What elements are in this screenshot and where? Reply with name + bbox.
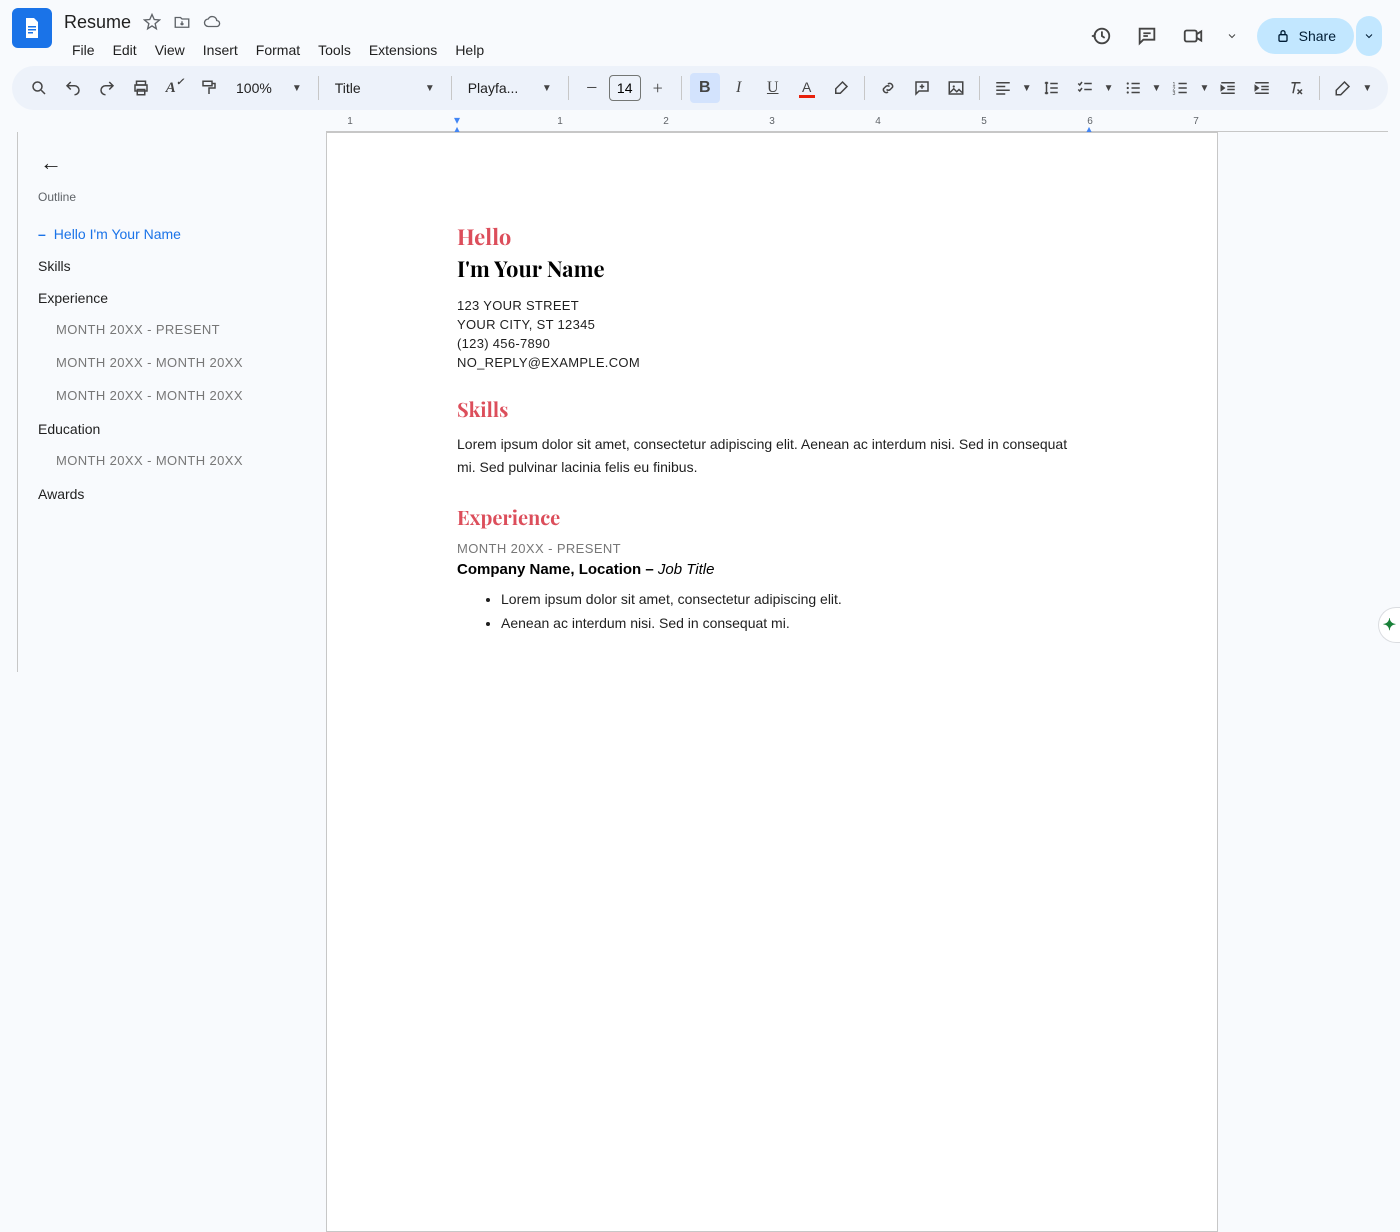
heading-hello[interactable]: Hello — [457, 221, 1087, 251]
vertical-ruler[interactable] — [0, 132, 18, 672]
menu-help[interactable]: Help — [447, 38, 492, 62]
document-page[interactable]: Hello I'm Your Name 123 YOUR STREET YOUR… — [326, 132, 1218, 1232]
experience-bullets[interactable]: Lorem ipsum dolor sit amet, consectetur … — [457, 588, 1087, 636]
clear-formatting-icon[interactable] — [1281, 73, 1311, 103]
numbered-dropdown[interactable]: ▼ — [1199, 83, 1209, 94]
experience-date[interactable]: MONTH 20XX - PRESENT — [457, 541, 1087, 556]
numbered-list-button[interactable]: 123 — [1165, 73, 1195, 103]
menu-insert[interactable]: Insert — [195, 38, 246, 62]
indent-decrease-icon[interactable] — [1213, 73, 1243, 103]
menu-format[interactable]: Format — [248, 38, 308, 62]
menu-extensions[interactable]: Extensions — [361, 38, 445, 62]
share-button[interactable]: Share — [1257, 18, 1354, 54]
heading-skills[interactable]: Skills — [457, 396, 1087, 423]
menu-bar: FileEditViewInsertFormatToolsExtensionsH… — [64, 38, 1087, 62]
font-size-input[interactable] — [609, 75, 641, 101]
checklist-button[interactable] — [1070, 73, 1100, 103]
add-comment-icon[interactable] — [907, 73, 937, 103]
outline-item[interactable]: MONTH 20XX - PRESENT — [34, 314, 310, 345]
outline-label: Outline — [38, 190, 310, 204]
meet-icon[interactable] — [1179, 22, 1207, 50]
outline-item[interactable]: MONTH 20XX - MONTH 20XX — [34, 347, 310, 378]
outline-panel: ← Outline –Hello I'm Your NameSkillsExpe… — [18, 132, 326, 672]
checklist-dropdown[interactable]: ▼ — [1104, 83, 1114, 94]
outline-back-icon[interactable]: ← — [40, 150, 62, 176]
share-dropdown[interactable] — [1356, 16, 1382, 56]
experience-company[interactable]: Company Name, Location – Job Title — [457, 558, 1087, 578]
editing-mode-dropdown[interactable]: ▼ — [1362, 83, 1372, 94]
heading-experience[interactable]: Experience — [457, 504, 1087, 531]
menu-file[interactable]: File — [64, 38, 103, 62]
menu-view[interactable]: View — [147, 38, 193, 62]
zoom-select[interactable]: 100%▼ — [228, 73, 310, 103]
outline-item[interactable]: Education — [34, 413, 310, 445]
comments-icon[interactable] — [1133, 22, 1161, 50]
toolbar: A✓ 100%▼ Title▼ Playfa...▼ − + B I U A ▼… — [12, 66, 1388, 110]
history-icon[interactable] — [1087, 22, 1115, 50]
skills-body[interactable]: Lorem ipsum dolor sit amet, consectetur … — [457, 433, 1087, 478]
paint-format-icon[interactable] — [194, 73, 224, 103]
move-icon[interactable] — [173, 13, 191, 31]
outline-item[interactable]: MONTH 20XX - MONTH 20XX — [34, 380, 310, 411]
insert-image-icon[interactable] — [941, 73, 971, 103]
star-icon[interactable] — [143, 13, 161, 31]
share-label: Share — [1299, 28, 1336, 44]
style-select[interactable]: Title▼ — [327, 73, 443, 103]
spellcheck-icon[interactable]: A✓ — [160, 73, 190, 103]
bulleted-list-button[interactable] — [1118, 73, 1148, 103]
font-size-increase[interactable]: + — [643, 73, 673, 103]
font-select[interactable]: Playfa...▼ — [460, 73, 560, 103]
menu-edit[interactable]: Edit — [105, 38, 145, 62]
underline-button[interactable]: U — [758, 73, 788, 103]
indent-increase-icon[interactable] — [1247, 73, 1277, 103]
contact-block[interactable]: 123 YOUR STREET YOUR CITY, ST 12345 (123… — [457, 297, 1087, 372]
text-color-button[interactable]: A — [792, 73, 822, 103]
docs-logo-icon[interactable] — [12, 8, 52, 48]
font-size-decrease[interactable]: − — [577, 73, 607, 103]
heading-name[interactable]: I'm Your Name — [457, 253, 1087, 283]
search-icon[interactable] — [24, 73, 54, 103]
outline-item[interactable]: –Hello I'm Your Name — [34, 218, 310, 250]
meet-dropdown-icon[interactable] — [1225, 22, 1239, 50]
bold-button[interactable]: B — [690, 73, 720, 103]
horizontal-ruler[interactable]: ▾ ▴ 1 1 2 3 4 5 6 ▴ 7 — [326, 114, 1388, 132]
highlight-button[interactable] — [826, 73, 856, 103]
outline-item[interactable]: MONTH 20XX - MONTH 20XX — [34, 445, 310, 476]
bulleted-dropdown[interactable]: ▼ — [1152, 83, 1162, 94]
doc-title[interactable]: Resume — [64, 12, 131, 33]
redo-icon[interactable] — [92, 73, 122, 103]
outline-item[interactable]: Skills — [34, 250, 310, 282]
undo-icon[interactable] — [58, 73, 88, 103]
cloud-status-icon[interactable] — [203, 13, 221, 31]
svg-text:3: 3 — [1173, 91, 1176, 97]
print-icon[interactable] — [126, 73, 156, 103]
align-button[interactable] — [988, 73, 1018, 103]
outline-item[interactable]: Awards — [34, 478, 310, 510]
align-dropdown[interactable]: ▼ — [1022, 83, 1032, 94]
line-spacing-button[interactable] — [1036, 73, 1066, 103]
menu-tools[interactable]: Tools — [310, 38, 359, 62]
editing-mode-button[interactable] — [1328, 73, 1358, 103]
outline-item[interactable]: Experience — [34, 282, 310, 314]
insert-link-icon[interactable] — [873, 73, 903, 103]
italic-button[interactable]: I — [724, 73, 754, 103]
